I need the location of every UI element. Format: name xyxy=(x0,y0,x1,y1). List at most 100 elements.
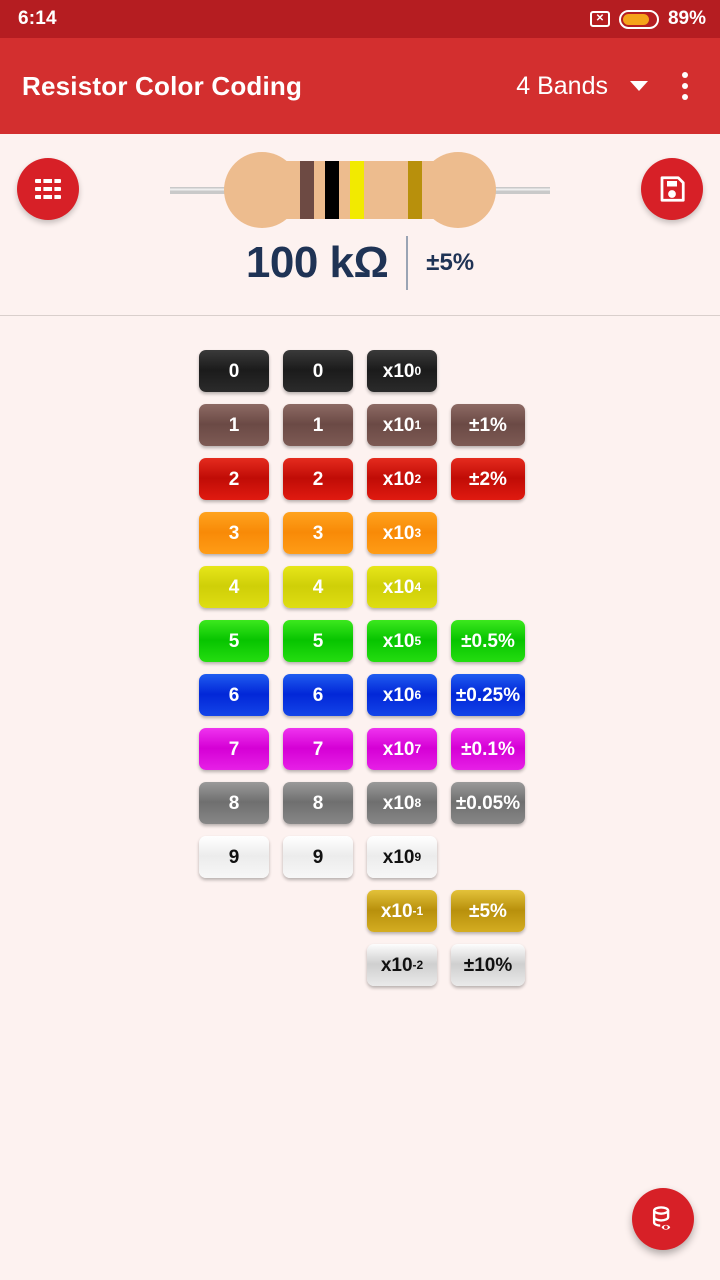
grid-spacer xyxy=(451,566,521,608)
tolerance-button-violet[interactable]: ±0.1% xyxy=(451,728,525,770)
digit-1-button-brown[interactable]: 1 xyxy=(199,404,269,446)
tolerance-button-gold[interactable]: ±5% xyxy=(451,890,525,932)
grid-column-digit-2: 0 1 2 3 4 5 6 7 8 9 xyxy=(283,350,353,986)
button-label: 5 xyxy=(312,630,324,652)
button-label: 8 xyxy=(228,792,240,814)
digit-2-button-green[interactable]: 5 xyxy=(283,620,353,662)
status-bar-icons: ✕ 89% xyxy=(589,8,706,30)
button-label: x10 xyxy=(382,846,415,868)
multiplier-button-white[interactable]: x10 9 xyxy=(367,836,437,878)
multiplier-button-violet[interactable]: x10 7 xyxy=(367,728,437,770)
digit-1-button-violet[interactable]: 7 xyxy=(199,728,269,770)
button-label: ±5% xyxy=(469,900,507,922)
multiplier-button-brown[interactable]: x10 1 xyxy=(367,404,437,446)
kebab-dot-icon xyxy=(682,72,688,78)
multiplier-button-gray[interactable]: x10 8 xyxy=(367,782,437,824)
digit-1-button-white[interactable]: 9 xyxy=(199,836,269,878)
digit-2-button-red[interactable]: 2 xyxy=(283,458,353,500)
resistor-band-2 xyxy=(325,161,339,219)
eye-overlay xyxy=(661,1224,671,1230)
button-label: 3 xyxy=(312,522,324,544)
button-label: 2 xyxy=(312,468,324,490)
resistor-svg xyxy=(170,152,550,228)
button-label: x10 xyxy=(382,414,415,436)
page-title: Resistor Color Coding xyxy=(22,70,303,101)
digit-1-button-yellow[interactable]: 4 xyxy=(199,566,269,608)
digit-2-button-gray[interactable]: 8 xyxy=(283,782,353,824)
kebab-dot-icon xyxy=(682,83,688,89)
digit-1-button-orange[interactable]: 3 xyxy=(199,512,269,554)
tolerance-button-brown[interactable]: ±1% xyxy=(451,404,525,446)
digit-2-button-white[interactable]: 9 xyxy=(283,836,353,878)
button-label: 6 xyxy=(312,684,324,706)
button-label: ±2% xyxy=(469,468,507,490)
button-label: ±1% xyxy=(469,414,507,436)
resistor-band-4 xyxy=(408,161,422,219)
grid-column-tolerance: ±1% ±2% ±0.5% ±0.25% ±0.1% ±0.05% ±5% ±10% xyxy=(451,350,525,986)
button-label: ±0.1% xyxy=(461,738,515,760)
multiplier-button-red[interactable]: x10 2 xyxy=(367,458,437,500)
button-label: 7 xyxy=(228,738,240,760)
overflow-menu-button[interactable] xyxy=(672,64,698,108)
multiplier-button-black[interactable]: x10 0 xyxy=(367,350,437,392)
grid-spacer xyxy=(283,944,353,986)
button-label: 9 xyxy=(312,846,324,868)
button-label: 0 xyxy=(312,360,324,382)
multiplier-button-silver[interactable]: x10 -2 xyxy=(367,944,437,986)
button-label: 1 xyxy=(228,414,240,436)
button-label: x10 xyxy=(382,792,415,814)
button-label: x10 xyxy=(380,954,413,976)
status-bar-clock: 6:14 xyxy=(18,8,57,29)
digit-1-button-blue[interactable]: 6 xyxy=(199,674,269,716)
grid-columns: 0 1 2 3 4 5 6 7 8 9 0 1 2 3 4 5 6 7 8 9 x10 0 x10 1 x10 2 x10 3 x10 4… xyxy=(199,350,525,986)
battery-fill xyxy=(622,13,650,25)
button-label: x10 xyxy=(382,684,415,706)
digit-1-button-gray[interactable]: 8 xyxy=(199,782,269,824)
digit-2-button-blue[interactable]: 6 xyxy=(283,674,353,716)
digit-2-button-violet[interactable]: 7 xyxy=(283,728,353,770)
digit-2-button-brown[interactable]: 1 xyxy=(283,404,353,446)
grid-column-multiplier: x10 0 x10 1 x10 2 x10 3 x10 4 x10 5 x10 6 x10 7 x10 8 x10 9… xyxy=(367,350,437,986)
multiplier-button-gold[interactable]: x10 -1 xyxy=(367,890,437,932)
resistor-band-1 xyxy=(300,161,314,219)
resistance-tolerance: ±5% xyxy=(426,249,475,276)
multiplier-button-blue[interactable]: x10 6 xyxy=(367,674,437,716)
multiplier-button-green[interactable]: x10 5 xyxy=(367,620,437,662)
resistor-band-3 xyxy=(350,161,364,219)
tolerance-button-silver[interactable]: ±10% xyxy=(451,944,525,986)
button-label: x10 xyxy=(382,576,415,598)
button-label: 9 xyxy=(228,846,240,868)
app-bar: Resistor Color Coding 4 Bands xyxy=(0,38,720,134)
button-label: 4 xyxy=(228,576,240,598)
battery-icon xyxy=(618,9,659,29)
digit-2-button-orange[interactable]: 3 xyxy=(283,512,353,554)
grid-spacer xyxy=(199,944,269,986)
button-label: ±0.25% xyxy=(455,684,521,706)
resistor-preview-panel: 100 kΩ ±5% xyxy=(0,134,720,316)
digit-1-button-black[interactable]: 0 xyxy=(199,350,269,392)
button-label: 8 xyxy=(312,792,324,814)
digit-1-button-red[interactable]: 2 xyxy=(199,458,269,500)
button-label: ±0.05% xyxy=(455,792,521,814)
grid-spacer xyxy=(451,512,521,554)
button-label: x10 xyxy=(382,360,415,382)
no-sim-icon: ✕ xyxy=(589,11,610,27)
multiplier-button-orange[interactable]: x10 3 xyxy=(367,512,437,554)
tolerance-button-green[interactable]: ±0.5% xyxy=(451,620,525,662)
resistance-value: 100 kΩ xyxy=(245,238,389,287)
tolerance-button-gray[interactable]: ±0.05% xyxy=(451,782,525,824)
tolerance-button-red[interactable]: ±2% xyxy=(451,458,525,500)
tolerance-button-blue[interactable]: ±0.25% xyxy=(451,674,525,716)
digit-1-button-green[interactable]: 5 xyxy=(199,620,269,662)
chevron-down-icon xyxy=(630,81,648,91)
button-label: 5 xyxy=(228,630,240,652)
digit-2-button-black[interactable]: 0 xyxy=(283,350,353,392)
color-code-grid: 0 1 2 3 4 5 6 7 8 9 0 1 2 3 4 5 6 7 8 9 x10 0 x10 1 x10 2 x10 3 x10 4… xyxy=(0,350,720,986)
saved-resistors-fab[interactable] xyxy=(632,1188,694,1250)
button-label: ±0.5% xyxy=(461,630,515,652)
button-label: x10 xyxy=(382,468,415,490)
multiplier-button-yellow[interactable]: x10 4 xyxy=(367,566,437,608)
digit-2-button-yellow[interactable]: 4 xyxy=(283,566,353,608)
button-label: x10 xyxy=(382,630,415,652)
bands-count-dropdown[interactable]: 4 Bands xyxy=(516,72,648,101)
